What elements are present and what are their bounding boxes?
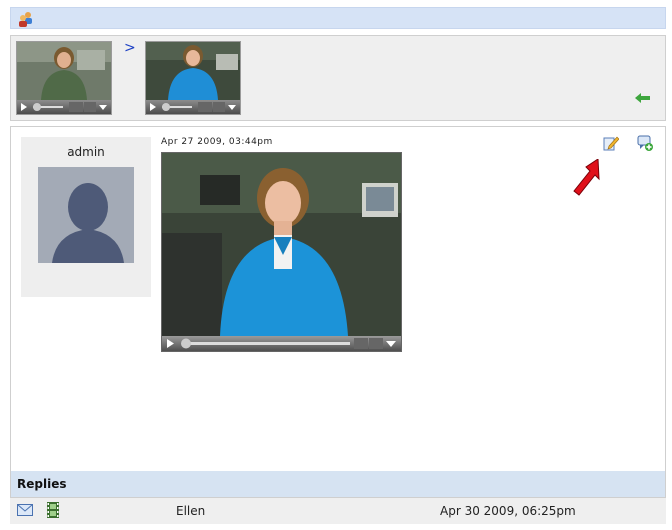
replies-heading: Replies bbox=[17, 477, 67, 491]
edit-pencil-icon[interactable] bbox=[603, 135, 619, 151]
breadcrumb-thumbnail-video[interactable] bbox=[16, 41, 112, 115]
video-controls[interactable] bbox=[162, 336, 401, 351]
avatar bbox=[38, 167, 134, 263]
annotation-arrow-icon bbox=[573, 159, 600, 196]
author-name[interactable]: admin bbox=[21, 145, 151, 159]
mail-icon[interactable] bbox=[17, 504, 33, 516]
table-row[interactable]: Ellen Apr 30 2009, 06:25pm bbox=[10, 498, 666, 524]
add-comment-icon[interactable] bbox=[637, 135, 653, 151]
post-panel: admin Apr 27 2009, 03:44pm Replies bbox=[10, 126, 666, 498]
users-icon[interactable] bbox=[18, 11, 34, 27]
reply-date: Apr 30 2009, 06:25pm bbox=[440, 504, 576, 518]
film-icon[interactable] bbox=[47, 502, 59, 518]
post-timestamp: Apr 27 2009, 03:44pm bbox=[161, 137, 273, 147]
replies-section-header: Replies bbox=[11, 471, 665, 497]
breadcrumb: > bbox=[10, 35, 666, 121]
reply-author[interactable]: Ellen bbox=[176, 504, 205, 518]
video-controls[interactable] bbox=[146, 100, 240, 114]
back-arrow-icon[interactable] bbox=[635, 92, 651, 104]
top-header-bar bbox=[10, 7, 666, 29]
breadcrumb-separator: > bbox=[124, 40, 136, 56]
video-controls[interactable] bbox=[17, 100, 111, 114]
breadcrumb-thumbnail-video[interactable] bbox=[145, 41, 241, 115]
video-player[interactable] bbox=[161, 152, 402, 352]
author-card: admin bbox=[21, 137, 151, 297]
